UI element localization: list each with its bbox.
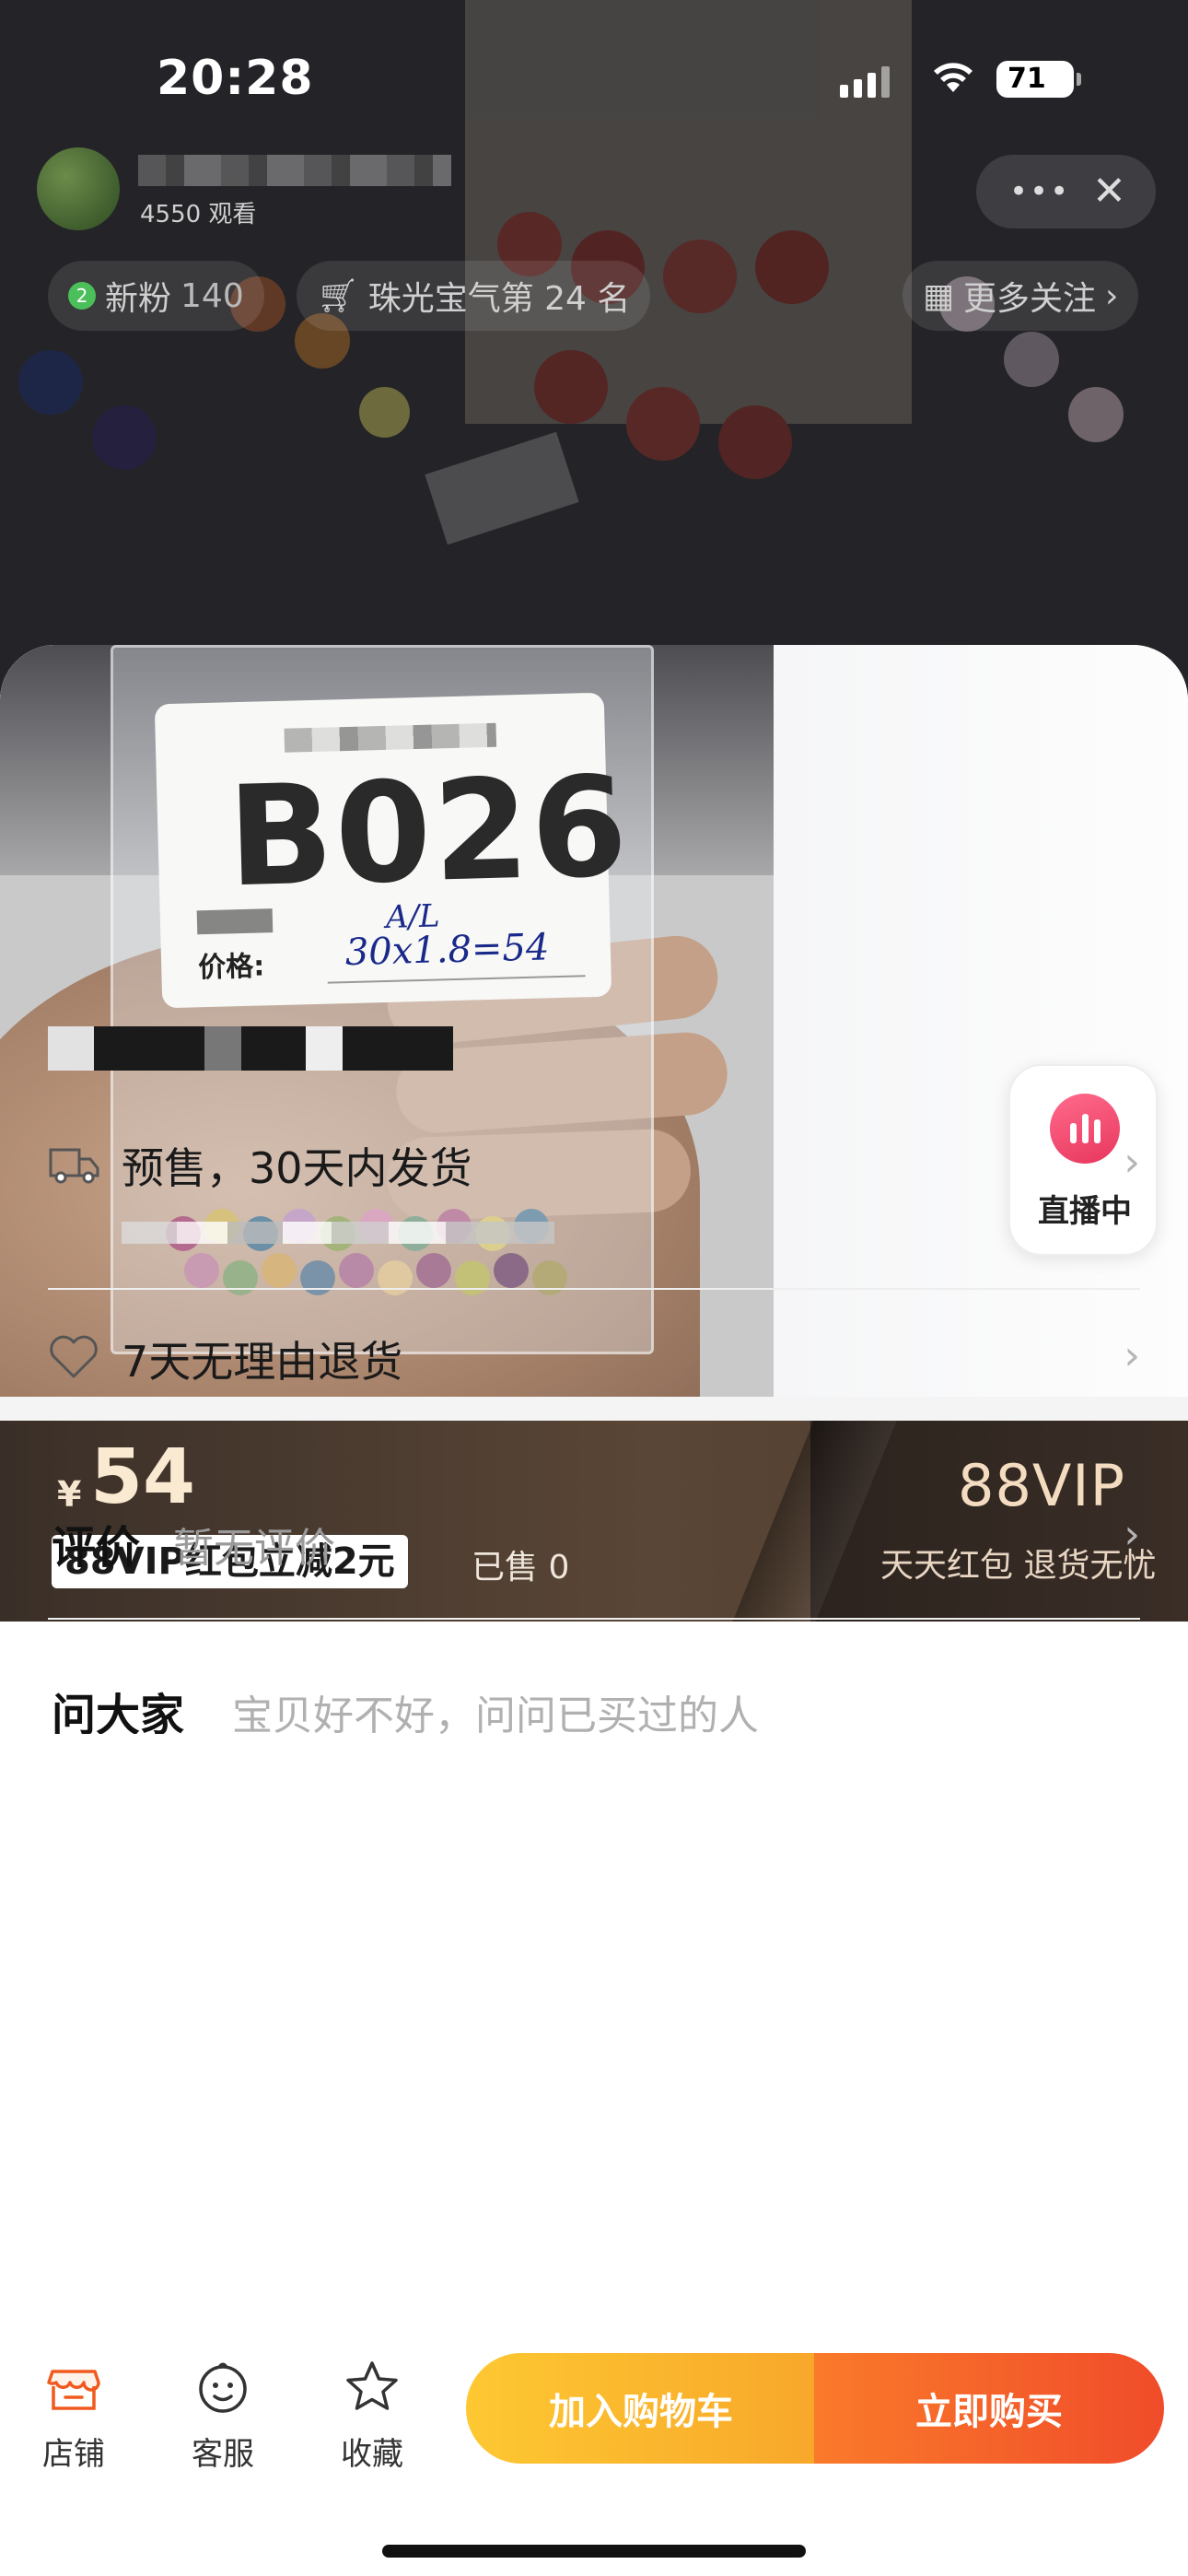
live-stream-background[interactable]: 20:28 71 4550 观看 ••• ✕ 2 新粉 140 🛒︎ 珠光宝气第…: [0, 0, 1188, 700]
new-fans-label: 新粉: [105, 280, 172, 318]
heart-icon: [50, 1335, 98, 1378]
chevron-right-icon: ›: [1124, 1511, 1140, 1558]
rank-pill[interactable]: 🛒︎ 珠光宝气第 24 名: [297, 261, 651, 331]
host-info: 4550 观看 ••• ✕: [37, 147, 1156, 230]
cellular-signal-icon: [840, 66, 890, 98]
shipping-text: 预售，30天内发货: [122, 1143, 472, 1193]
gem-bead: [378, 1260, 413, 1295]
vip-subtitle: 天天红包 退货无忧: [880, 1547, 1157, 1585]
product-code: B026: [226, 747, 632, 919]
shipping-row[interactable]: 预售，30天内发货 ›: [48, 1133, 1140, 1198]
stream-controls: ••• ✕: [976, 155, 1156, 228]
product-label-card: B026 价格: A/L 30x1.8=54: [154, 692, 631, 1009]
status-time: 20:28: [157, 51, 314, 106]
tab-service-label: 客服: [192, 2436, 254, 2473]
tab-favorite-label: 收藏: [341, 2436, 403, 2473]
customer-service-icon: [199, 2362, 247, 2413]
truck-icon: [49, 1148, 99, 1184]
product-title-redacted: [48, 1026, 453, 1071]
status-bar: 20:28 71: [0, 0, 1188, 157]
gem-bead: [223, 1260, 258, 1295]
more-options-icon[interactable]: •••: [1009, 173, 1070, 210]
product-price: 54: [90, 1434, 196, 1521]
viewer-count: 4550 观看: [140, 201, 257, 228]
host-name-redacted: [138, 155, 451, 186]
star-icon: [346, 2361, 398, 2410]
tab-store[interactable]: 店铺: [18, 2359, 129, 2474]
store-icon: [47, 2370, 100, 2410]
ask-label: 问大家: [52, 1690, 185, 1734]
gem-bead: [455, 1260, 490, 1295]
bottom-action-bar: 店铺 客服 收藏 加入购物车 立即购买: [0, 2322, 1188, 2576]
chevron-right-icon: ›: [1124, 1332, 1140, 1379]
label-redacted: [196, 908, 274, 935]
tab-customer-service[interactable]: 客服: [168, 2359, 278, 2474]
home-indicator[interactable]: [382, 2545, 806, 2558]
section-gap: [0, 1397, 1188, 1421]
sold-count: 已售 0: [472, 1549, 570, 1587]
chevron-right-icon: ›: [1105, 276, 1119, 315]
chevron-right-icon: ›: [1124, 1139, 1140, 1186]
fan-badge-icon: 2: [68, 282, 96, 310]
label-price-caption: 价格:: [197, 950, 265, 985]
buy-now-button[interactable]: 立即购买: [814, 2353, 1164, 2464]
vip-title[interactable]: 88VIP: [958, 1452, 1125, 1519]
gem-bead: [262, 1253, 297, 1288]
gem-bead: [494, 1253, 529, 1288]
shipping-detail-redacted: [122, 1222, 554, 1244]
returns-text: 7天无理由退货: [122, 1337, 403, 1387]
gem-bead: [339, 1253, 374, 1288]
gem-bead: [532, 1260, 567, 1295]
tab-store-label: 店铺: [42, 2436, 105, 2473]
more-follow-pill[interactable]: ▦ 更多关注 ›: [903, 261, 1139, 331]
gem-bead: [300, 1260, 335, 1295]
row-divider: [48, 1288, 1140, 1290]
gem-bead: [416, 1253, 451, 1288]
close-icon[interactable]: ✕: [1092, 168, 1126, 215]
label-redacted: [284, 722, 497, 753]
tab-favorite[interactable]: 收藏: [317, 2359, 427, 2474]
host-avatar[interactable]: [37, 147, 120, 230]
row-divider: [48, 1618, 1140, 1620]
battery-indicator: 71: [996, 61, 1081, 98]
rank-text: 珠光宝气第 24 名: [367, 280, 631, 318]
grid-icon: ▦: [923, 276, 955, 315]
wifi-icon: [934, 63, 973, 92]
label-underline: [327, 975, 586, 984]
product-sheet: B026 价格: A/L 30x1.8=54 直播中 ¥ 54 88VIP红包立…: [0, 645, 1188, 2576]
new-fans-pill[interactable]: 2 新粉 140: [48, 261, 264, 331]
reviews-label: 评价: [52, 1522, 141, 1574]
gem-bead: [184, 1253, 219, 1288]
cart-icon: 🛒︎: [317, 277, 359, 315]
new-fans-count: 140: [181, 276, 244, 315]
returns-row[interactable]: 7天无理由退货 ›: [48, 1327, 1140, 1391]
more-follow-label: 更多关注: [963, 280, 1097, 318]
handwritten-price: 30x1.8=54: [344, 926, 550, 975]
ask-hint: 宝贝好不好，问问已买过的人: [232, 1692, 759, 1734]
currency-symbol: ¥: [57, 1474, 82, 1515]
ask-row[interactable]: 问大家 宝贝好不好，问问已买过的人: [52, 1679, 1144, 1734]
reviews-empty-text: 暂无评价: [173, 1525, 335, 1572]
add-to-cart-button[interactable]: 加入购物车: [466, 2353, 816, 2464]
